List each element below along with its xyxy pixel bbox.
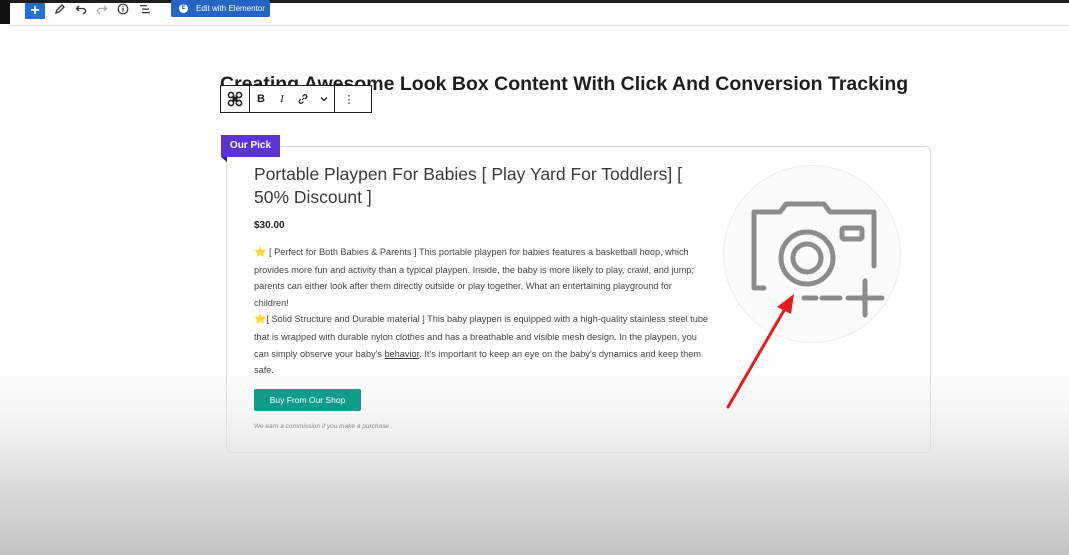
chevron-down-icon: [320, 97, 328, 102]
redo-button[interactable]: [94, 3, 110, 19]
product-title[interactable]: Portable Playpen For Babies [ Play Yard …: [254, 163, 694, 209]
product-price: $30.00: [254, 220, 285, 231]
behavior-link[interactable]: behavior: [384, 349, 419, 359]
description-text: [ Perfect for Both Babies & Parents ] Th…: [254, 247, 695, 308]
more-formatting-button[interactable]: [314, 86, 334, 112]
link-icon: [298, 94, 308, 104]
list-view-button[interactable]: [137, 3, 153, 19]
block-toolbar: B I ⋮: [220, 85, 372, 113]
badge-ribbon-fold: [221, 157, 227, 162]
annotation-arrow: [726, 294, 794, 409]
redo-icon: [96, 5, 108, 15]
details-button[interactable]: [115, 3, 131, 19]
star-icon: ⭐: [254, 247, 267, 258]
buy-from-shop-button[interactable]: Buy From Our Shop: [254, 389, 361, 411]
elementor-logo-icon: E: [179, 4, 188, 13]
block-options-button[interactable]: ⋮: [335, 86, 363, 112]
description-paragraph: ⭐[ Solid Structure and Durable material …: [254, 311, 709, 378]
commission-disclaimer: We earn a commission if you make a purch…: [254, 423, 393, 430]
editor-toolbar: + E Edit with Elementor: [10, 0, 1069, 26]
star-icon: ⭐: [254, 314, 267, 326]
edit-tools-button[interactable]: [52, 3, 68, 19]
description-paragraph: ⭐ [ Perfect for Both Babies & Parents ] …: [254, 244, 709, 311]
left-edge-tab: [0, 0, 10, 24]
product-description[interactable]: ⭐ [ Perfect for Both Babies & Parents ] …: [254, 244, 709, 379]
list-view-icon: [140, 5, 150, 14]
undo-icon: [75, 5, 87, 15]
undo-button[interactable]: [73, 3, 89, 19]
bold-button[interactable]: B: [250, 86, 272, 112]
info-icon: [117, 3, 129, 15]
link-button[interactable]: [292, 86, 314, 112]
block-type-button[interactable]: [221, 86, 249, 112]
our-pick-badge: Our Pick: [221, 135, 280, 157]
pencil-icon: [54, 4, 65, 15]
elementor-button-label: Edit with Elementor: [196, 4, 265, 13]
italic-button[interactable]: I: [272, 86, 292, 112]
edit-with-elementor-button[interactable]: E Edit with Elementor: [171, 0, 270, 17]
more-options-icon: ⋮: [343, 93, 355, 106]
add-block-button[interactable]: +: [25, 3, 45, 19]
block-type-icon: [227, 91, 243, 107]
